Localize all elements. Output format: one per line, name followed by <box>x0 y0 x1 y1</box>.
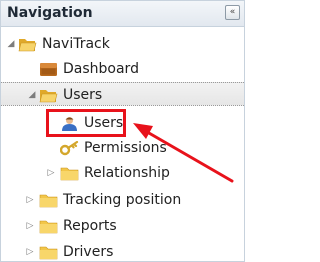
tree-node-navitrack[interactable]: ◢ NaviTrack <box>1 32 244 56</box>
expand-arrow-icon[interactable]: ▷ <box>25 214 35 238</box>
tree-node-permissions[interactable]: Permissions <box>1 136 244 160</box>
tree-node-drivers[interactable]: ▷ Drivers <box>1 240 244 261</box>
expand-arrow-icon[interactable]: ▷ <box>46 161 56 185</box>
expand-arrow-icon[interactable]: ◢ <box>27 83 37 107</box>
panel-header: Navigation « <box>1 1 244 27</box>
folder-open-icon <box>18 39 37 52</box>
tree-node-label: Drivers <box>63 244 114 260</box>
panel-title: Navigation <box>7 5 93 21</box>
tree-node-label: Permissions <box>84 140 167 156</box>
tree-node-tracking-position[interactable]: ▷ Tracking position <box>1 188 244 212</box>
tree-node-users-folder[interactable]: ◢ Users <box>1 82 244 106</box>
double-chevron-left-icon: « <box>229 7 236 17</box>
tree-node-dashboard[interactable]: Dashboard <box>1 57 244 81</box>
expand-arrow-icon[interactable]: ◢ <box>6 32 16 56</box>
tree-node-relationship[interactable]: ▷ Relationship <box>1 161 244 185</box>
tree-node-label: Relationship <box>84 165 170 181</box>
folder-icon <box>39 246 58 260</box>
tree-node-label: Users <box>63 87 103 103</box>
collapse-panel-button[interactable]: « <box>225 5 240 20</box>
tree-node-label: Reports <box>63 218 117 234</box>
tree-node-label: NaviTrack <box>42 36 110 52</box>
folder-icon <box>39 194 58 208</box>
tree-node-label: Tracking position <box>63 192 182 208</box>
folder-open-icon <box>39 90 58 103</box>
key-icon <box>60 141 79 156</box>
tree-node-reports[interactable]: ▷ Reports <box>1 214 244 238</box>
annotation-highlight-box <box>46 109 126 137</box>
tree-node-label: Dashboard <box>63 61 139 77</box>
box-icon <box>40 63 57 76</box>
expand-arrow-icon[interactable]: ▷ <box>25 188 35 212</box>
expand-arrow-icon[interactable]: ▷ <box>25 240 35 261</box>
folder-icon <box>39 220 58 234</box>
folder-icon <box>60 167 79 181</box>
